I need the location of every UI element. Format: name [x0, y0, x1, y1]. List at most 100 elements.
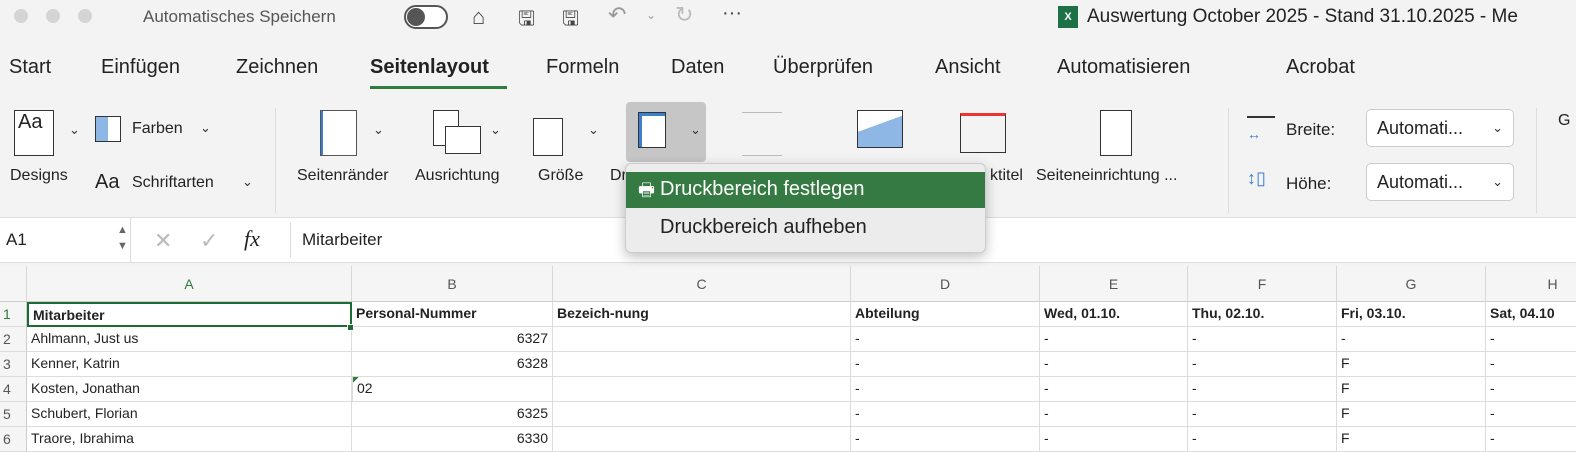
cell-H5[interactable]: - [1486, 402, 1576, 427]
designs-button[interactable]: Designs [10, 167, 68, 185]
cell-G6[interactable]: F [1337, 427, 1486, 452]
colors-chevron-icon[interactable]: ⌄ [200, 120, 211, 136]
cell-B6[interactable]: 6330 [352, 427, 553, 452]
designs-icon[interactable]: Aa [14, 110, 54, 156]
tab-acrobat[interactable]: Acrobat [1286, 56, 1355, 79]
cell-B2[interactable]: 6327 [352, 327, 553, 352]
enter-icon[interactable]: ✓ [200, 228, 218, 254]
margins-icon[interactable] [320, 110, 357, 156]
column-header-C[interactable]: C [553, 266, 851, 302]
print-area-button[interactable]: ⌄ [626, 102, 706, 162]
margins-chevron-icon[interactable]: ⌄ [373, 122, 384, 138]
height-select[interactable]: Automati... ⌄ [1366, 163, 1514, 201]
spreadsheet-grid[interactable]: A B C D E F G H 1 Mitarbeiter Personal-Nummer Bezei… [0, 266, 1576, 452]
page-setup-button[interactable]: Seiteneinrichtung ... [1036, 167, 1177, 185]
cell-B1[interactable]: Personal-Nummer [352, 302, 553, 327]
orientation-button[interactable]: Ausrichtung [415, 167, 500, 185]
cell-G1[interactable]: Fri, 03.10. [1337, 302, 1486, 327]
tab-automatisieren[interactable]: Automatisieren [1057, 56, 1190, 79]
size-icon[interactable] [533, 118, 563, 156]
tab-ansicht[interactable]: Ansicht [935, 56, 1001, 79]
cell-B3[interactable]: 6328 [352, 352, 553, 377]
tab-start[interactable]: Start [9, 56, 51, 79]
cell-A3[interactable]: Kenner, Katrin [27, 352, 352, 377]
cell-F5[interactable]: - [1188, 402, 1337, 427]
cell-E5[interactable]: - [1040, 402, 1188, 427]
cell-H3[interactable]: - [1486, 352, 1576, 377]
zoom-window-button[interactable] [78, 9, 92, 23]
tab-zeichnen[interactable]: Zeichnen [236, 56, 318, 79]
cell-H2[interactable]: - [1486, 327, 1576, 352]
undo-icon[interactable]: ↶ [608, 2, 626, 28]
cell-D5[interactable]: - [851, 402, 1040, 427]
cell-G4[interactable]: F [1337, 377, 1486, 402]
formula-input[interactable]: Mitarbeiter [302, 230, 382, 250]
cell-A4[interactable]: Kosten, Jonathan [27, 377, 352, 402]
column-header-G[interactable]: G [1337, 266, 1486, 302]
cell-A5[interactable]: Schubert, Florian [27, 402, 352, 427]
cell-C6[interactable] [553, 427, 851, 452]
margins-button[interactable]: Seitenränder [297, 167, 389, 185]
cell-D1[interactable]: Abteilung [851, 302, 1040, 327]
cell-D2[interactable]: - [851, 327, 1040, 352]
breaks-icon[interactable] [742, 112, 782, 156]
select-all-button[interactable] [0, 266, 27, 302]
autosave-toggle[interactable] [404, 5, 448, 29]
cell-E6[interactable]: - [1040, 427, 1188, 452]
home-icon[interactable]: ⌂ [472, 4, 485, 30]
cell-C1[interactable]: Bezeich-nung [553, 302, 851, 327]
cell-D6[interactable]: - [851, 427, 1040, 452]
cell-E4[interactable]: - [1040, 377, 1188, 402]
undo-dropdown-chevron-icon[interactable]: ⌄ [646, 8, 656, 22]
cell-G2[interactable]: - [1337, 327, 1486, 352]
cell-E2[interactable]: - [1040, 327, 1188, 352]
cell-F4[interactable]: - [1188, 377, 1337, 402]
cell-D3[interactable]: - [851, 352, 1040, 377]
colors-button[interactable]: Farben [132, 120, 183, 138]
tab-formeln[interactable]: Formeln [546, 56, 619, 79]
row-header[interactable]: 5 [0, 402, 27, 427]
tab-überprüfen[interactable]: Überprüfen [773, 56, 873, 79]
column-header-A[interactable]: A [27, 266, 352, 302]
column-header-D[interactable]: D [851, 266, 1040, 302]
column-header-B[interactable]: B [352, 266, 553, 302]
cell-A2[interactable]: Ahlmann, Just us [27, 327, 352, 352]
cell-C2[interactable] [553, 327, 851, 352]
cell-C5[interactable] [553, 402, 851, 427]
fill-handle[interactable] [347, 324, 354, 331]
cell-E3[interactable]: - [1040, 352, 1188, 377]
cell-F1[interactable]: Thu, 02.10. [1188, 302, 1337, 327]
fonts-button[interactable]: Schriftarten [132, 174, 214, 192]
column-header-F[interactable]: F [1188, 266, 1337, 302]
close-window-button[interactable] [14, 9, 28, 23]
row-header[interactable]: 4 [0, 377, 27, 402]
menu-item-clear-print-area[interactable]: Druckbereich aufheben [626, 208, 985, 239]
cell-A1[interactable]: Mitarbeiter [27, 302, 352, 327]
cell-B4[interactable]: 02 [352, 377, 553, 402]
cell-C4[interactable] [553, 377, 851, 402]
cell-D4[interactable]: - [851, 377, 1040, 402]
row-header[interactable]: 2 [0, 327, 27, 352]
row-header[interactable]: 6 [0, 427, 27, 452]
orientation-chevron-icon[interactable]: ⌄ [490, 122, 501, 138]
column-header-H[interactable]: H [1486, 266, 1576, 302]
more-icon[interactable]: ··· [722, 2, 742, 25]
menu-item-set-print-area[interactable]: 🖶 Druckbereich festlegen [626, 172, 985, 208]
cell-F2[interactable]: - [1188, 327, 1337, 352]
tab-daten[interactable]: Daten [671, 56, 724, 79]
cell-G3[interactable]: F [1337, 352, 1486, 377]
cell-G5[interactable]: F [1337, 402, 1486, 427]
cell-H6[interactable]: - [1486, 427, 1576, 452]
print-titles-icon[interactable] [960, 113, 1006, 153]
name-box[interactable]: A1 [6, 230, 27, 250]
save-as-icon[interactable]: 🖫 [562, 4, 579, 38]
cell-C3[interactable] [553, 352, 851, 377]
cell-A6[interactable]: Traore, Ibrahima [27, 427, 352, 452]
minimize-window-button[interactable] [46, 9, 60, 23]
size-button[interactable]: Größe [538, 167, 583, 185]
name-box-stepper-icon[interactable]: ▲ ▼ [117, 222, 128, 254]
row-header[interactable]: 1 [0, 302, 27, 327]
cell-H4[interactable]: - [1486, 377, 1576, 402]
cancel-icon[interactable]: ✕ [154, 228, 172, 254]
page-setup-icon[interactable] [1100, 110, 1132, 156]
